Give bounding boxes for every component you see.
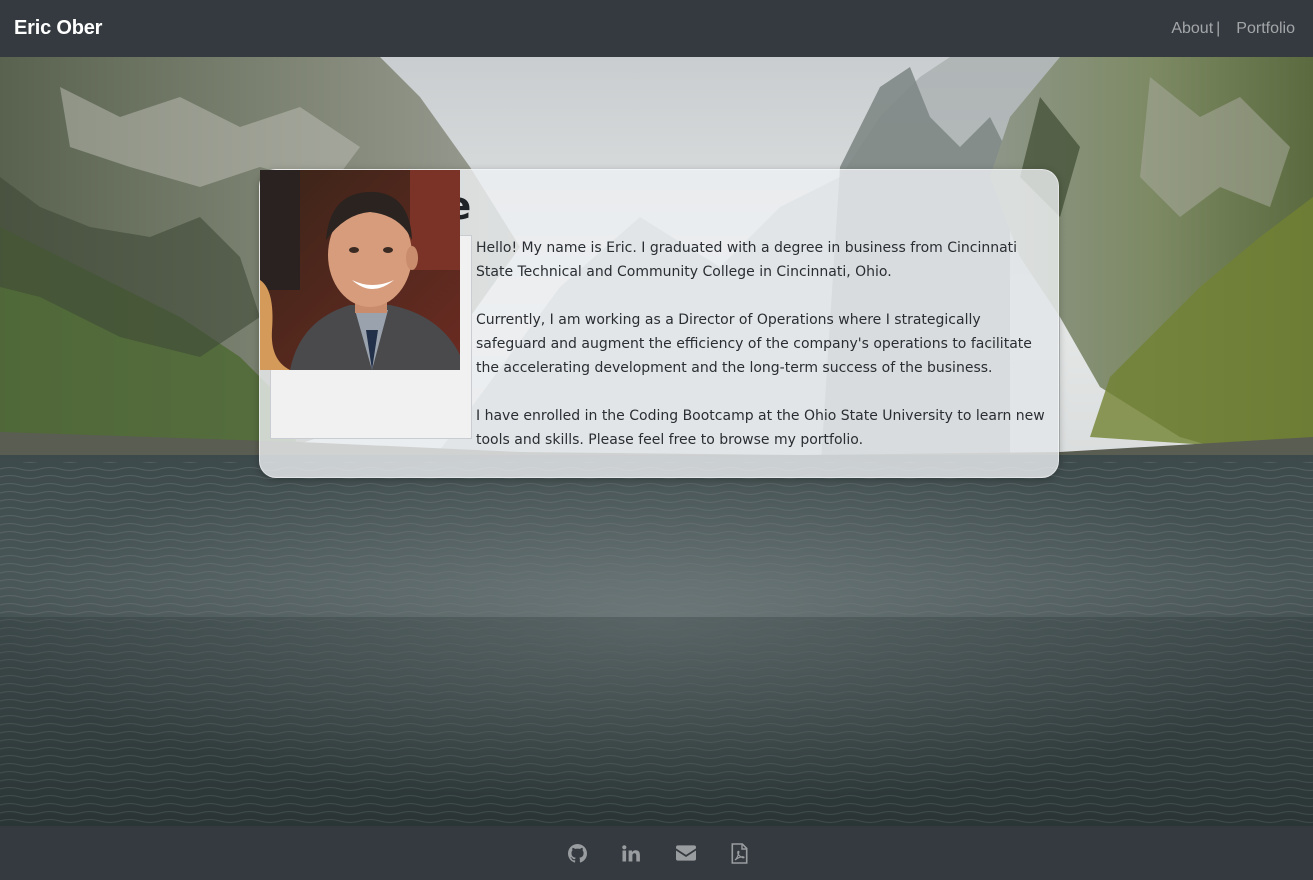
about-card: About Me	[259, 169, 1059, 478]
resume-pdf-link[interactable]	[730, 842, 750, 864]
profile-portrait-image	[260, 170, 460, 370]
about-body: Hello! My name is Eric. I graduated with…	[260, 170, 1048, 452]
nav-link-portfolio[interactable]: Portfolio	[1236, 20, 1295, 38]
nav-separator: |	[1216, 19, 1221, 37]
profile-photo	[260, 170, 472, 439]
social-links	[568, 842, 750, 864]
bio-text: Hello! My name is Eric. I graduated with…	[476, 236, 1048, 452]
envelope-icon	[675, 845, 696, 861]
bio-paragraph-3: I have enrolled in the Coding Bootcamp a…	[476, 408, 1045, 448]
bio-paragraph-2: Currently, I am working as a Director of…	[476, 312, 1032, 376]
github-link[interactable]	[568, 842, 588, 864]
nav-link-about[interactable]: About	[1171, 20, 1213, 38]
navbar: Eric Ober About | Portfolio	[0, 0, 1313, 57]
linkedin-icon	[622, 844, 640, 861]
email-link[interactable]	[675, 842, 696, 864]
bio-paragraph-1: Hello! My name is Eric. I graduated with…	[476, 240, 1018, 280]
hero-section: About Me	[0, 57, 1313, 826]
nav-links: About | Portfolio	[1171, 20, 1295, 38]
linkedin-link[interactable]	[622, 842, 642, 864]
pdf-file-icon	[731, 842, 748, 864]
brand-logo[interactable]: Eric Ober	[14, 17, 102, 40]
github-icon	[568, 843, 587, 863]
footer	[0, 826, 1313, 880]
